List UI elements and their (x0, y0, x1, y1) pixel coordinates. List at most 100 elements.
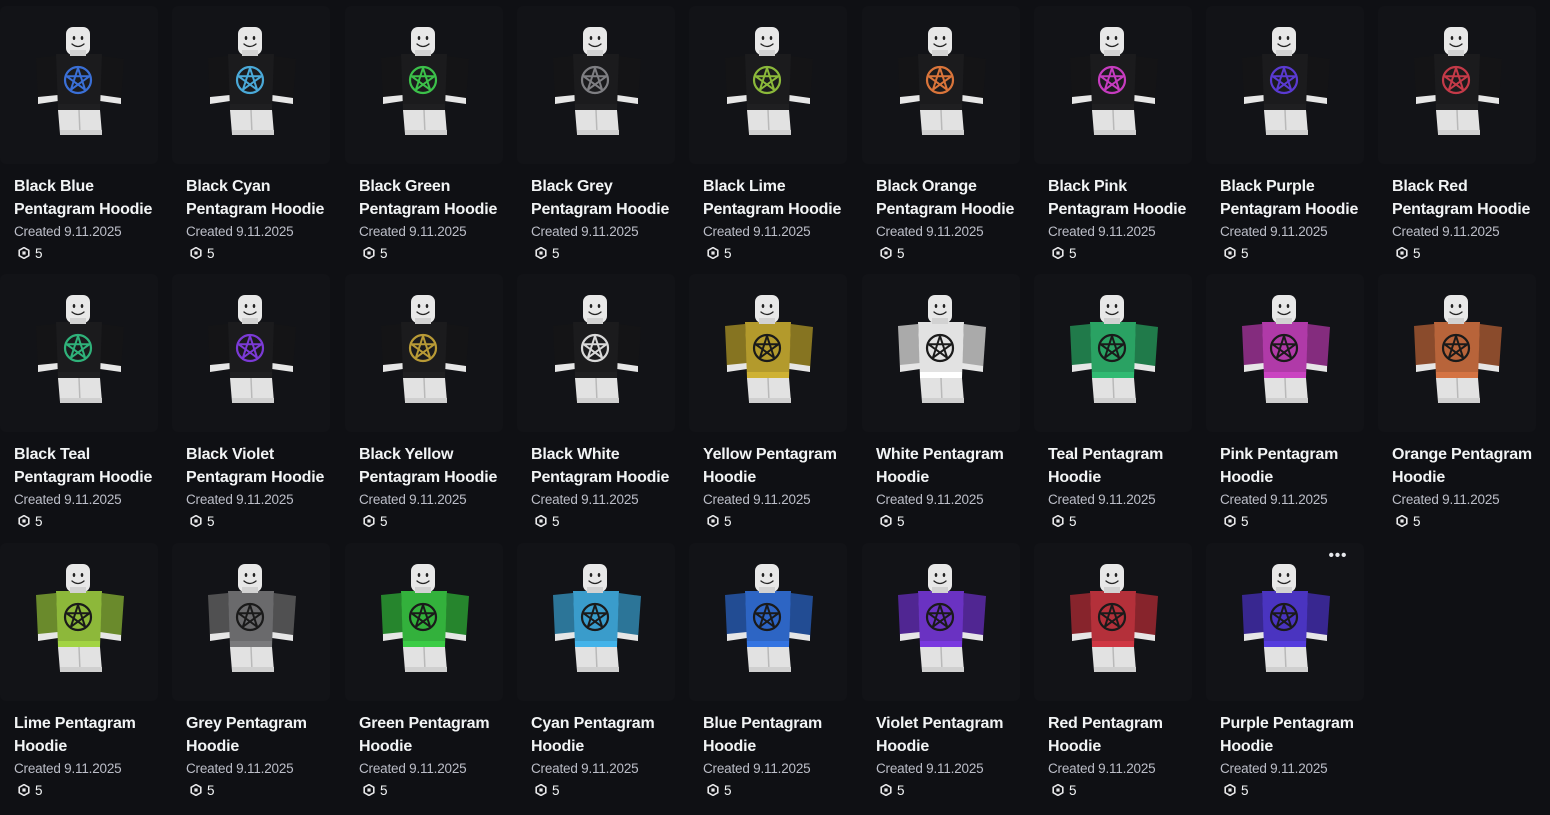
item-thumbnail[interactable] (862, 274, 1020, 432)
item-name[interactable]: Black Orange Pentagram Hoodie (876, 176, 1034, 221)
item-thumbnail[interactable] (345, 274, 503, 432)
item-created-date: Created 9.11.2025 (876, 761, 984, 776)
item-created-date: Created 9.11.2025 (1220, 761, 1328, 776)
item-name[interactable]: Teal Pentagram Hoodie (1048, 444, 1206, 489)
item-price-value: 5 (1413, 513, 1421, 529)
robux-icon (18, 515, 30, 527)
item-card[interactable]: Black Violet Pentagram Hoodie Created 9.1… (172, 274, 330, 536)
item-name[interactable]: Black White Pentagram Hoodie (531, 444, 689, 489)
item-thumbnail[interactable] (1378, 6, 1536, 164)
item-thumbnail[interactable] (1378, 274, 1536, 432)
item-name[interactable]: Black Pink Pentagram Hoodie (1048, 176, 1206, 221)
item-card[interactable]: Teal Pentagram Hoodie Created 9.11.2025 5 (1034, 274, 1192, 536)
item-card[interactable]: Black Green Pentagram Hoodie Created 9.11… (345, 6, 503, 268)
item-thumbnail[interactable] (1034, 543, 1192, 701)
item-thumbnail[interactable] (517, 6, 675, 164)
item-name[interactable]: Cyan Pentagram Hoodie (531, 713, 689, 758)
item-thumbnail[interactable] (345, 543, 503, 701)
robux-icon (363, 515, 375, 527)
robux-icon (18, 784, 30, 796)
item-name[interactable]: Violet Pentagram Hoodie (876, 713, 1034, 758)
item-price-value: 5 (552, 782, 560, 798)
item-name[interactable]: Blue Pentagram Hoodie (703, 713, 861, 758)
item-thumbnail[interactable] (689, 6, 847, 164)
item-thumbnail[interactable] (1206, 6, 1364, 164)
item-card[interactable]: Black Red Pentagram Hoodie Created 9.11.2… (1378, 6, 1536, 268)
item-card[interactable]: Black Blue Pentagram Hoodie Created 9.11.… (0, 6, 158, 268)
item-price: 5 (1396, 513, 1421, 529)
item-card[interactable]: Red Pentagram Hoodie Created 9.11.2025 5 (1034, 543, 1192, 805)
item-name[interactable]: Black Cyan Pentagram Hoodie (186, 176, 344, 221)
item-name[interactable]: Black Blue Pentagram Hoodie (14, 176, 172, 221)
item-name[interactable]: Black Violet Pentagram Hoodie (186, 444, 344, 489)
item-name[interactable]: Pink Pentagram Hoodie (1220, 444, 1378, 489)
item-price-value: 5 (724, 245, 732, 261)
item-thumbnail[interactable] (345, 6, 503, 164)
item-card[interactable]: Black Pink Pentagram Hoodie Created 9.11.… (1034, 6, 1192, 268)
item-card[interactable]: Lime Pentagram Hoodie Created 9.11.2025 5 (0, 543, 158, 805)
item-thumbnail[interactable] (1034, 274, 1192, 432)
item-card[interactable]: White Pentagram Hoodie Created 9.11.2025 5 (862, 274, 1020, 536)
item-name[interactable]: Black Green Pentagram Hoodie (359, 176, 517, 221)
robux-icon (880, 247, 892, 259)
avatar-preview (898, 564, 986, 672)
item-card[interactable]: Orange Pentagram Hoodie Created 9.11.2025… (1378, 274, 1536, 536)
item-thumbnail[interactable] (172, 543, 330, 701)
item-created-date: Created 9.11.2025 (186, 761, 294, 776)
item-name[interactable]: Black Purple Pentagram Hoodie (1220, 176, 1378, 221)
item-thumbnail[interactable] (862, 543, 1020, 701)
item-card[interactable]: Green Pentagram Hoodie Created 9.11.2025 5 (345, 543, 503, 805)
item-thumbnail[interactable] (517, 543, 675, 701)
item-thumbnail[interactable] (172, 6, 330, 164)
item-price: 5 (1224, 245, 1249, 261)
item-name[interactable]: Black Teal Pentagram Hoodie (14, 444, 172, 489)
item-name[interactable]: Purple Pentagram Hoodie (1220, 713, 1378, 758)
item-created-date: Created 9.11.2025 (703, 761, 811, 776)
item-card[interactable]: Yellow Pentagram Hoodie Created 9.11.2025… (689, 274, 847, 536)
item-name[interactable]: Orange Pentagram Hoodie (1392, 444, 1550, 489)
item-name[interactable]: Yellow Pentagram Hoodie (703, 444, 861, 489)
item-thumbnail[interactable] (172, 274, 330, 432)
item-card[interactable]: Black White Pentagram Hoodie Created 9.11… (517, 274, 675, 536)
item-name[interactable]: Red Pentagram Hoodie (1048, 713, 1206, 758)
item-thumbnail[interactable] (0, 274, 158, 432)
item-name[interactable]: Green Pentagram Hoodie (359, 713, 517, 758)
item-name[interactable]: Black Lime Pentagram Hoodie (703, 176, 861, 221)
avatar-preview (898, 295, 986, 403)
item-name[interactable]: Lime Pentagram Hoodie (14, 713, 172, 758)
item-name[interactable]: Grey Pentagram Hoodie (186, 713, 344, 758)
item-thumbnail[interactable] (517, 274, 675, 432)
item-price-value: 5 (1241, 245, 1249, 261)
item-card[interactable]: Black Yellow Pentagram Hoodie Created 9.1… (345, 274, 503, 536)
item-thumbnail[interactable]: ••• (1206, 543, 1364, 701)
item-card[interactable]: Grey Pentagram Hoodie Created 9.11.2025 5 (172, 543, 330, 805)
item-thumbnail[interactable] (1034, 6, 1192, 164)
item-thumbnail[interactable] (862, 6, 1020, 164)
item-card[interactable]: Black Orange Pentagram Hoodie Created 9.1… (862, 6, 1020, 268)
item-created-date: Created 9.11.2025 (14, 224, 122, 239)
item-name[interactable]: Black Yellow Pentagram Hoodie (359, 444, 517, 489)
item-thumbnail[interactable] (689, 543, 847, 701)
item-thumbnail[interactable] (1206, 274, 1364, 432)
item-card[interactable]: Black Lime Pentagram Hoodie Created 9.11.… (689, 6, 847, 268)
item-name[interactable]: Black Red Pentagram Hoodie (1392, 176, 1550, 221)
item-price-value: 5 (207, 782, 215, 798)
item-card[interactable]: Cyan Pentagram Hoodie Created 9.11.2025 5 (517, 543, 675, 805)
item-card[interactable]: Black Teal Pentagram Hoodie Created 9.11.… (0, 274, 158, 536)
item-name[interactable]: Black Grey Pentagram Hoodie (531, 176, 689, 221)
item-thumbnail[interactable] (0, 543, 158, 701)
item-card[interactable]: Pink Pentagram Hoodie Created 9.11.2025 5 (1206, 274, 1364, 536)
item-card[interactable]: Black Cyan Pentagram Hoodie Created 9.11.… (172, 6, 330, 268)
item-card[interactable]: Violet Pentagram Hoodie Created 9.11.2025… (862, 543, 1020, 805)
item-card[interactable]: Black Purple Pentagram Hoodie Created 9.1… (1206, 6, 1364, 268)
item-thumbnail[interactable] (0, 6, 158, 164)
item-price: 5 (190, 245, 215, 261)
more-options-button[interactable]: ••• (1326, 548, 1350, 567)
item-card[interactable]: Blue Pentagram Hoodie Created 9.11.2025 5 (689, 543, 847, 805)
item-price: 5 (18, 245, 43, 261)
item-card[interactable]: Black Grey Pentagram Hoodie Created 9.11.… (517, 6, 675, 268)
item-card[interactable]: ••• Purple Pentagram Hoodie Created 9.11.2… (1206, 543, 1364, 805)
item-thumbnail[interactable] (689, 274, 847, 432)
item-name[interactable]: White Pentagram Hoodie (876, 444, 1034, 489)
robux-icon (1052, 247, 1064, 259)
